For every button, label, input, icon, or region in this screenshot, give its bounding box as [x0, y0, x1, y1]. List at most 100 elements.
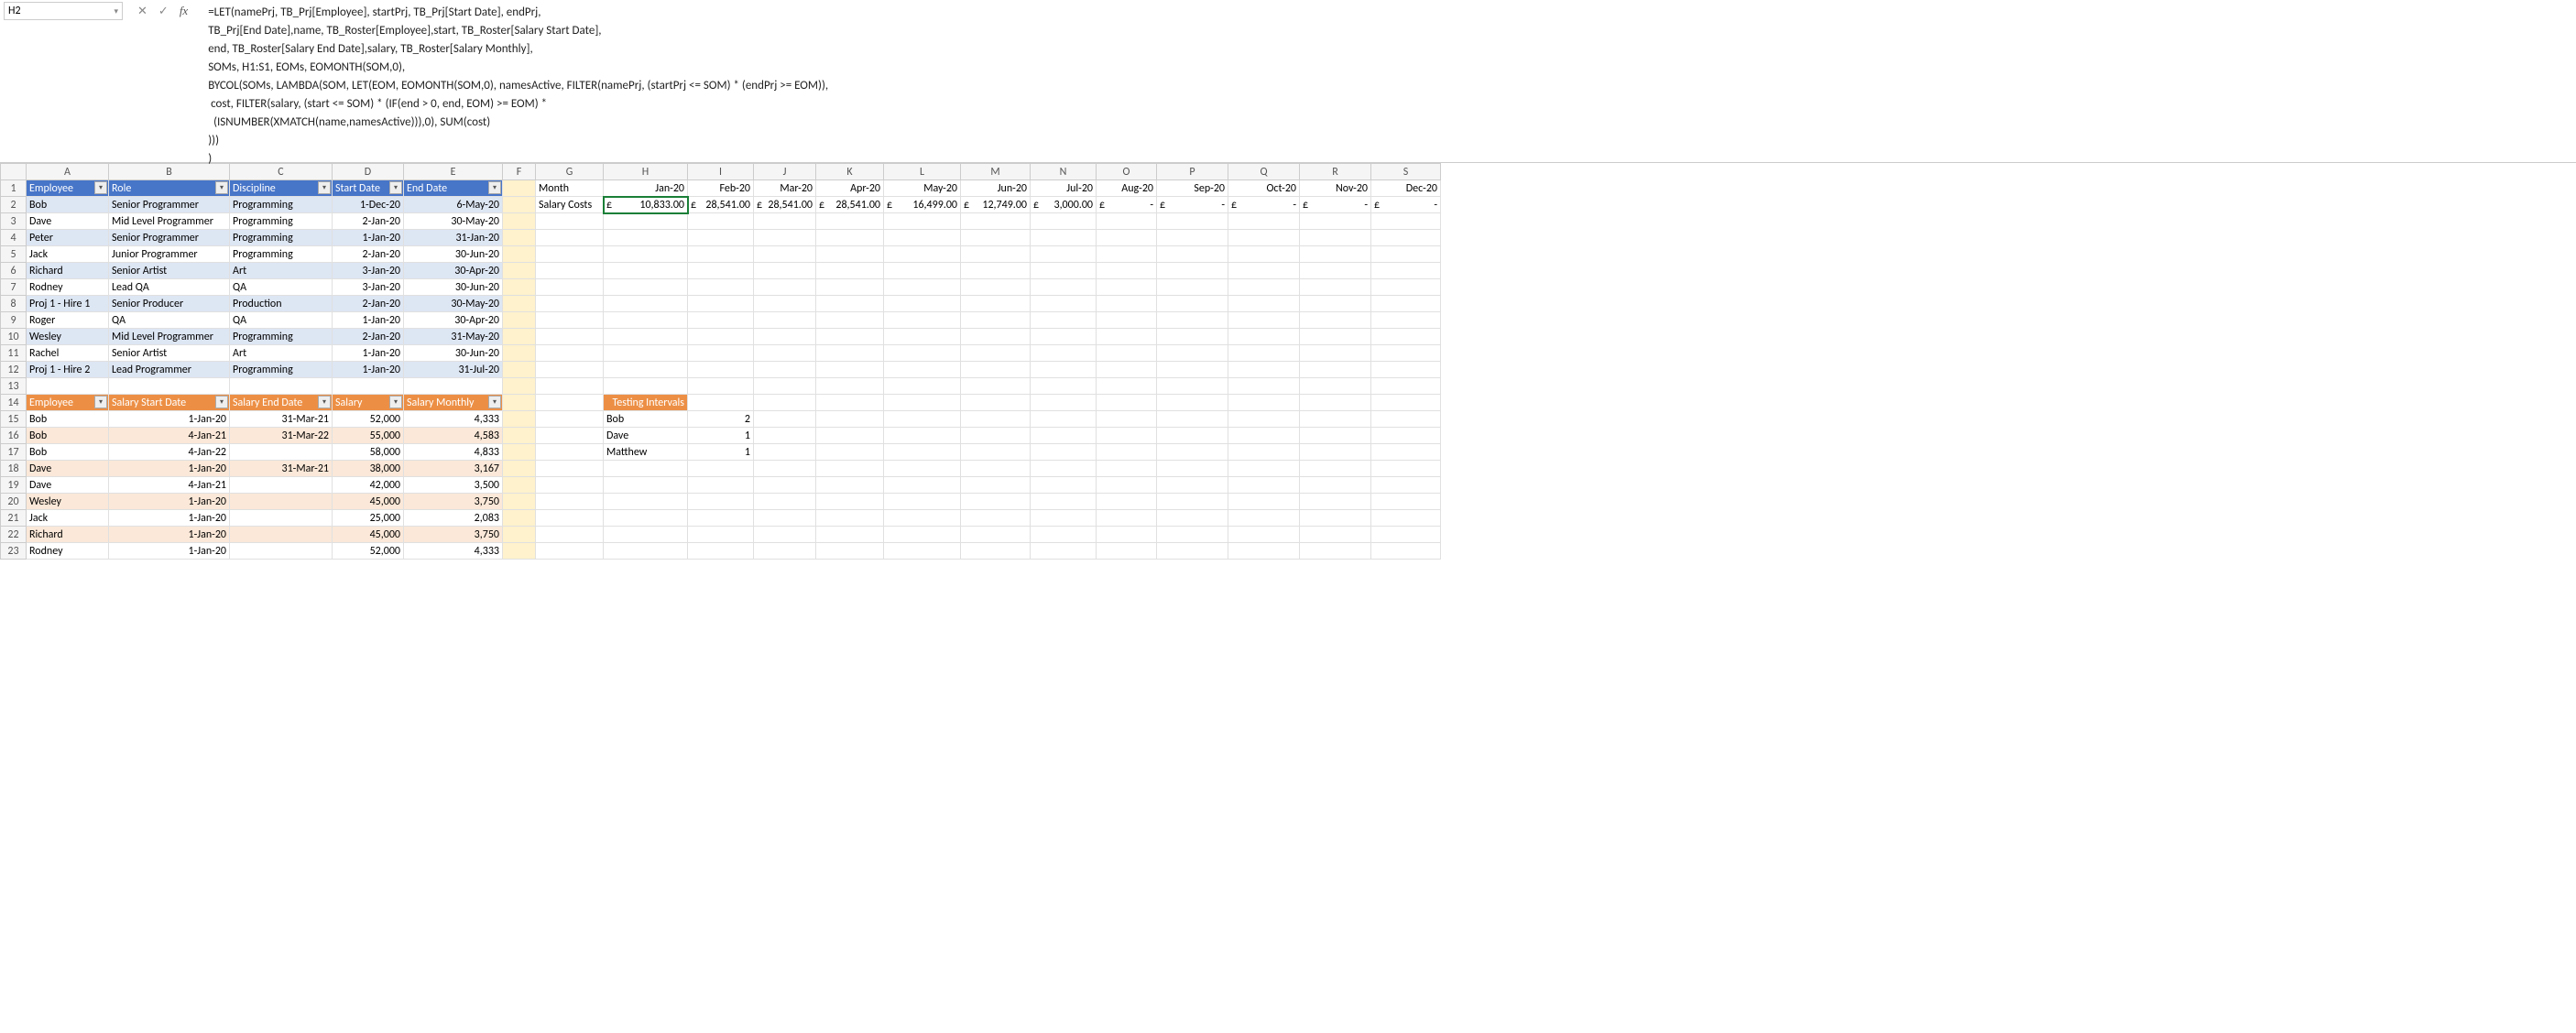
cell[interactable] [1371, 329, 1441, 345]
cell[interactable] [1228, 213, 1300, 230]
cell[interactable]: 1-Jan-20 [109, 527, 230, 543]
cell[interactable] [688, 345, 754, 362]
cell[interactable] [1300, 329, 1371, 345]
cell[interactable] [604, 296, 688, 312]
cell[interactable]: 1-Jan-20 [333, 230, 404, 246]
cell[interactable] [1228, 362, 1300, 378]
cell[interactable] [503, 477, 536, 494]
cell[interactable] [961, 428, 1031, 444]
cell[interactable]: 4,833 [404, 444, 503, 461]
cell[interactable]: 31-Mar-21 [230, 461, 333, 477]
cell[interactable] [884, 510, 961, 527]
cell[interactable] [754, 378, 816, 395]
cell[interactable]: Art [230, 263, 333, 279]
chevron-down-icon[interactable]: ▾ [114, 6, 118, 16]
cell[interactable] [816, 362, 884, 378]
cell[interactable] [1371, 395, 1441, 411]
sheet-area[interactable]: A B C D E F G H I J K L M N O P Q R S 1E… [0, 163, 2576, 560]
cell[interactable]: 1-Jan-20 [109, 510, 230, 527]
table-header-cell[interactable]: Role▾ [109, 180, 230, 197]
cell[interactable] [1371, 279, 1441, 296]
salary-cost-cell[interactable]: £28,541.00 [754, 197, 816, 213]
cell[interactable]: QA [109, 312, 230, 329]
cell[interactable] [961, 510, 1031, 527]
cell[interactable] [816, 296, 884, 312]
cell[interactable] [503, 527, 536, 543]
cell[interactable]: Bob [27, 411, 109, 428]
cell[interactable] [884, 428, 961, 444]
cell[interactable]: 52,000 [333, 411, 404, 428]
table-header-cell[interactable]: Employee▾ [27, 180, 109, 197]
cell[interactable]: Senior Artist [109, 345, 230, 362]
cell[interactable] [1371, 527, 1441, 543]
cell[interactable] [1371, 213, 1441, 230]
cell[interactable] [503, 296, 536, 312]
cell[interactable]: 31-May-20 [404, 329, 503, 345]
cell[interactable] [688, 329, 754, 345]
cell[interactable] [961, 444, 1031, 461]
cell[interactable]: 3,500 [404, 477, 503, 494]
cell[interactable] [536, 395, 604, 411]
cell[interactable] [688, 246, 754, 263]
cell[interactable]: 1-Dec-20 [333, 197, 404, 213]
cell[interactable]: 4-Jan-22 [109, 444, 230, 461]
salary-cost-cell[interactable]: £28,541.00 [688, 197, 754, 213]
cell[interactable] [754, 395, 816, 411]
table-header-cell[interactable]: Salary▾ [333, 395, 404, 411]
cell[interactable] [884, 362, 961, 378]
cell[interactable] [1228, 296, 1300, 312]
cell[interactable]: 45,000 [333, 527, 404, 543]
cell[interactable] [1157, 411, 1228, 428]
cell[interactable] [816, 263, 884, 279]
table-header-cell[interactable]: Salary Start Date▾ [109, 395, 230, 411]
cell[interactable] [1097, 527, 1157, 543]
testing-interval-name[interactable]: Matthew [604, 444, 688, 461]
cell[interactable] [754, 444, 816, 461]
cell[interactable] [816, 428, 884, 444]
cell[interactable] [754, 296, 816, 312]
cell[interactable] [536, 461, 604, 477]
cell[interactable] [503, 230, 536, 246]
cell[interactable] [503, 428, 536, 444]
cell[interactable] [754, 230, 816, 246]
cell[interactable] [1031, 527, 1097, 543]
cell[interactable] [1228, 312, 1300, 329]
cell[interactable] [961, 263, 1031, 279]
cell[interactable] [1097, 494, 1157, 510]
cell[interactable]: Production [230, 296, 333, 312]
cell[interactable] [1228, 428, 1300, 444]
cell[interactable] [1031, 477, 1097, 494]
row-header[interactable]: 6 [1, 263, 27, 279]
cell[interactable]: 4-Jan-21 [109, 428, 230, 444]
cell[interactable] [503, 180, 536, 197]
cell[interactable]: Senior Artist [109, 263, 230, 279]
cell[interactable] [1228, 444, 1300, 461]
cell[interactable] [1097, 362, 1157, 378]
testing-interval-name[interactable]: Bob [604, 411, 688, 428]
cell[interactable] [754, 494, 816, 510]
cell[interactable] [604, 477, 688, 494]
cell[interactable] [1031, 345, 1097, 362]
month-header[interactable]: Nov-20 [1300, 180, 1371, 197]
cell[interactable]: 2-Jan-20 [333, 329, 404, 345]
cell[interactable] [961, 246, 1031, 263]
cell[interactable] [536, 428, 604, 444]
cell[interactable] [1228, 230, 1300, 246]
table-header-cell[interactable]: Start Date▾ [333, 180, 404, 197]
cell[interactable] [884, 543, 961, 560]
cell[interactable] [1300, 527, 1371, 543]
filter-dropdown-icon[interactable]: ▾ [215, 396, 228, 408]
cell[interactable] [816, 345, 884, 362]
cell[interactable] [604, 461, 688, 477]
cell[interactable]: 55,000 [333, 428, 404, 444]
cell[interactable]: Programming [230, 230, 333, 246]
cell[interactable]: 1-Jan-20 [109, 461, 230, 477]
cell[interactable] [503, 246, 536, 263]
cell[interactable] [884, 461, 961, 477]
cell[interactable] [816, 329, 884, 345]
salary-cost-cell[interactable]: £- [1097, 197, 1157, 213]
cell[interactable] [604, 213, 688, 230]
cell[interactable] [1157, 213, 1228, 230]
cell[interactable] [1097, 213, 1157, 230]
cell[interactable]: 30-Apr-20 [404, 263, 503, 279]
